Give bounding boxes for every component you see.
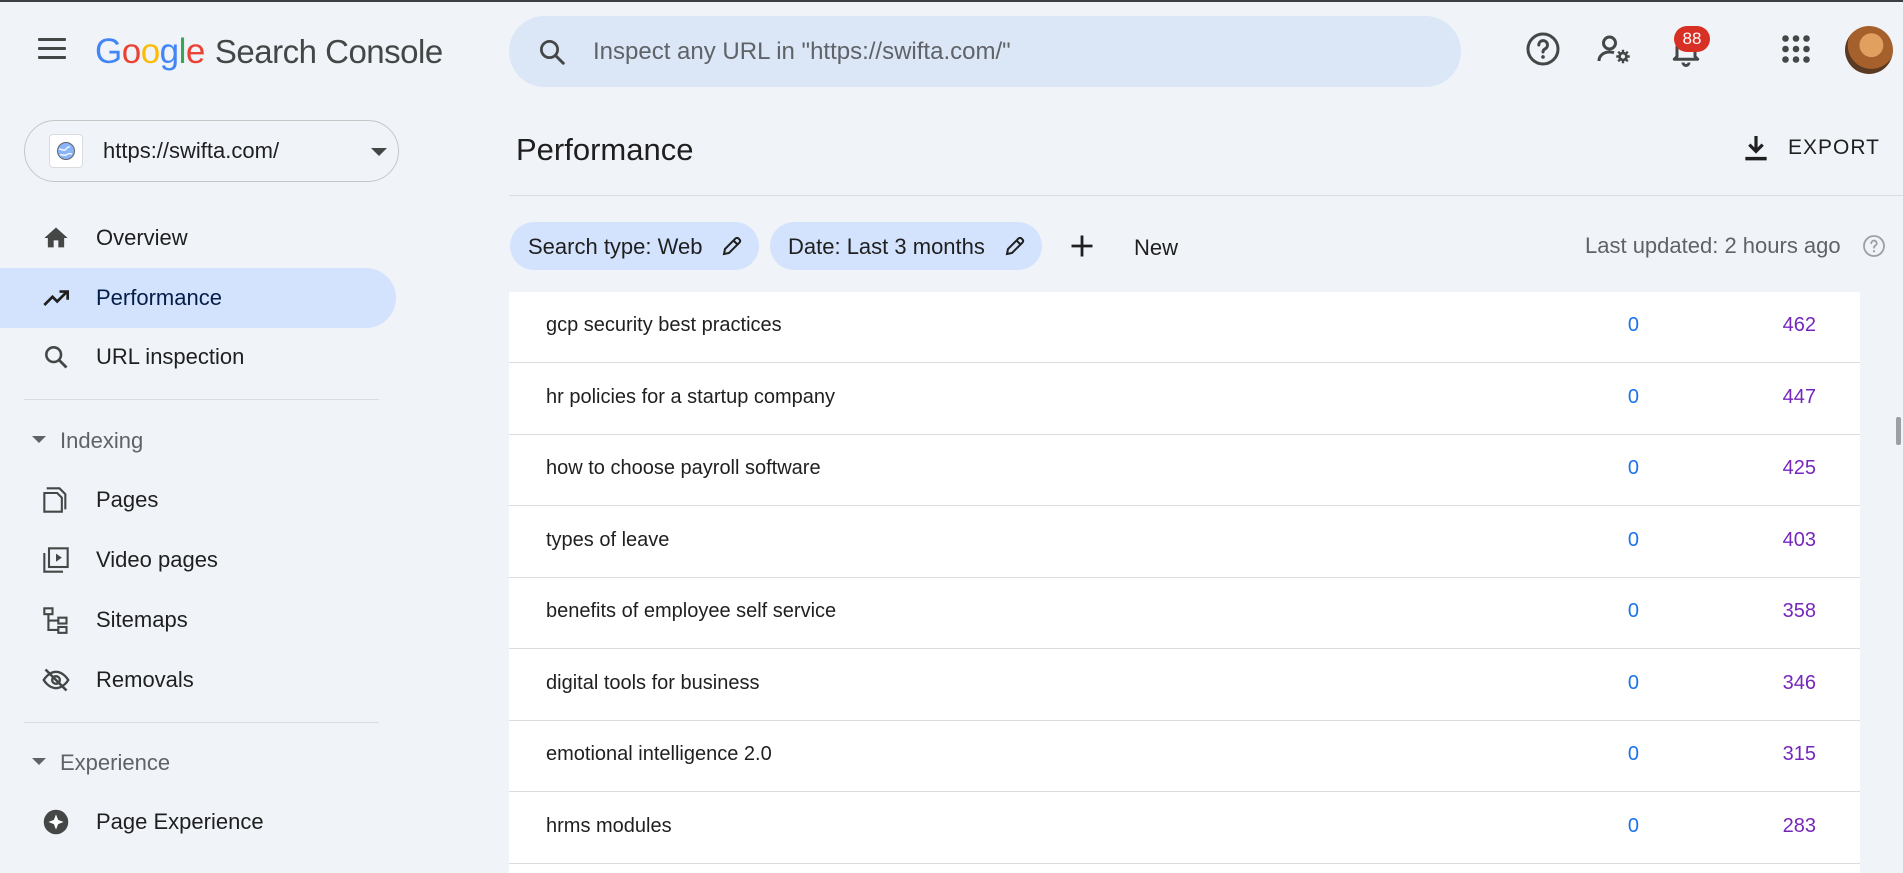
nav-page-experience[interactable]: Page Experience [0, 792, 396, 852]
top-bar: GoogleSearch Console 88 [0, 2, 1903, 102]
impressions-cell: 462 [1782, 314, 1816, 336]
property-url: https://swifta.com/ [103, 138, 280, 163]
clicks-cell: 0 [1627, 743, 1639, 765]
nav-pages[interactable]: Pages [0, 470, 396, 530]
nav-sitemaps[interactable]: Sitemaps [0, 590, 396, 650]
query-cell: digital tools for business [546, 672, 760, 694]
trending-up-icon [43, 290, 70, 306]
export-label: EXPORT [1788, 136, 1880, 159]
url-inspect-search-bar[interactable] [509, 16, 1461, 87]
impressions-cell: 425 [1782, 457, 1816, 479]
queries-table: gcp security best practices 0 462 hr pol… [509, 292, 1860, 873]
query-cell: how to choose payroll software [546, 457, 821, 479]
clicks-cell: 0 [1627, 815, 1639, 837]
nav-removals[interactable]: Removals [0, 650, 396, 710]
query-cell: emotional intelligence 2.0 [546, 743, 772, 765]
query-cell: hrms modules [546, 815, 672, 837]
sitemap-icon [43, 607, 68, 634]
page-title: Performance [516, 132, 694, 167]
filter-chip-label: Date: Last 3 months [788, 234, 985, 259]
sidebar-divider [24, 399, 379, 400]
new-filter-button[interactable]: New [1068, 224, 1178, 268]
menu-icon[interactable] [38, 38, 66, 62]
header-divider [509, 195, 1903, 196]
nav-video-pages-label: Video pages [96, 547, 218, 572]
table-row[interactable]: digital tools for business 0 346 [509, 650, 1860, 721]
search-icon [45, 346, 68, 369]
table-row[interactable]: gcp security best practices 0 462 [509, 292, 1860, 363]
nav-page-experience-label: Page Experience [96, 809, 264, 834]
video-pages-icon [43, 547, 69, 573]
impressions-cell: 403 [1782, 529, 1816, 551]
nav-overview[interactable]: Overview [0, 208, 396, 268]
nav-url-inspection[interactable]: URL inspection [0, 327, 396, 387]
clicks-cell: 0 [1627, 386, 1639, 408]
page-scrollbar-thumb[interactable] [1896, 417, 1901, 445]
eye-off-icon [42, 668, 70, 692]
impressions-cell: 447 [1782, 386, 1816, 408]
query-cell: benefits of employee self service [546, 600, 837, 622]
filter-chip-search-type[interactable]: Search type: Web [510, 222, 759, 270]
property-selector[interactable]: https://swifta.com/ [24, 120, 399, 182]
impressions-cell: 358 [1782, 600, 1816, 622]
nav-overview-label: Overview [96, 225, 188, 250]
notification-count-badge: 88 [1674, 26, 1710, 52]
impressions-cell: 346 [1782, 672, 1816, 694]
product-name: Search Console [214, 33, 443, 70]
table-row[interactable]: emotional intelligence 2.0 0 315 [509, 721, 1860, 792]
clicks-cell: 0 [1627, 529, 1639, 551]
section-indexing-label: Indexing [60, 428, 144, 453]
nav-pages-label: Pages [96, 487, 159, 512]
table-row[interactable]: hr policies for a startup company 0 447 [509, 364, 1860, 435]
globe-icon [49, 134, 83, 168]
search-console-logo[interactable]: Google Search Console [95, 32, 443, 72]
nav-performance[interactable]: Performance [0, 268, 396, 328]
table-row[interactable]: hrms modules 0 283 [509, 793, 1860, 864]
query-cell: gcp security best practices [546, 314, 782, 336]
new-filter-label: New [1134, 235, 1179, 260]
avatar[interactable] [1845, 26, 1893, 74]
clicks-cell: 0 [1627, 457, 1639, 479]
nav-sitemaps-label: Sitemaps [96, 607, 188, 632]
home-icon [44, 227, 68, 248]
apps-icon[interactable] [1778, 31, 1814, 67]
plus-icon [1071, 235, 1093, 257]
table-row[interactable]: types of leave 0 403 [509, 507, 1860, 578]
nav-performance-label: Performance [96, 285, 222, 310]
manage-users-icon[interactable] [1596, 31, 1632, 67]
search-icon[interactable] [537, 37, 567, 67]
collapse-arrow-icon [32, 758, 46, 765]
query-cell: hr policies for a startup company [546, 386, 836, 408]
nav-url-inspection-label: URL inspection [96, 344, 245, 369]
impressions-cell: 315 [1782, 743, 1816, 765]
collapse-arrow-icon [32, 436, 46, 443]
impressions-cell: 283 [1782, 815, 1816, 837]
section-experience-label: Experience [60, 750, 171, 775]
table-row[interactable]: how to choose payroll software 0 425 [509, 435, 1860, 506]
url-inspect-input[interactable] [593, 30, 1433, 74]
nav-removals-label: Removals [96, 667, 194, 692]
download-icon [1745, 136, 1767, 161]
last-updated-text: Last updated: 2 hours ago [1585, 233, 1841, 258]
pages-icon [43, 487, 67, 513]
dropdown-arrow-icon [371, 148, 387, 156]
help-icon[interactable] [1862, 234, 1886, 258]
filter-chip-label: Search type: Web [528, 234, 703, 259]
page-experience-icon [43, 809, 69, 835]
nav-video-pages[interactable]: Video pages [0, 530, 396, 590]
help-icon[interactable] [1525, 31, 1561, 67]
table-row[interactable]: benefits of employee self service 0 358 [509, 578, 1860, 649]
edit-pencil-icon[interactable] [720, 234, 744, 258]
edit-pencil-icon[interactable] [1003, 234, 1027, 258]
section-indexing[interactable]: Indexing [0, 415, 396, 465]
clicks-cell: 0 [1627, 314, 1639, 336]
filter-chip-date[interactable]: Date: Last 3 months [770, 222, 1042, 270]
clicks-cell: 0 [1627, 600, 1639, 622]
section-experience[interactable]: Experience [0, 737, 396, 787]
clicks-cell: 0 [1627, 672, 1639, 694]
query-cell: types of leave [546, 529, 670, 551]
sidebar-divider [24, 722, 379, 723]
